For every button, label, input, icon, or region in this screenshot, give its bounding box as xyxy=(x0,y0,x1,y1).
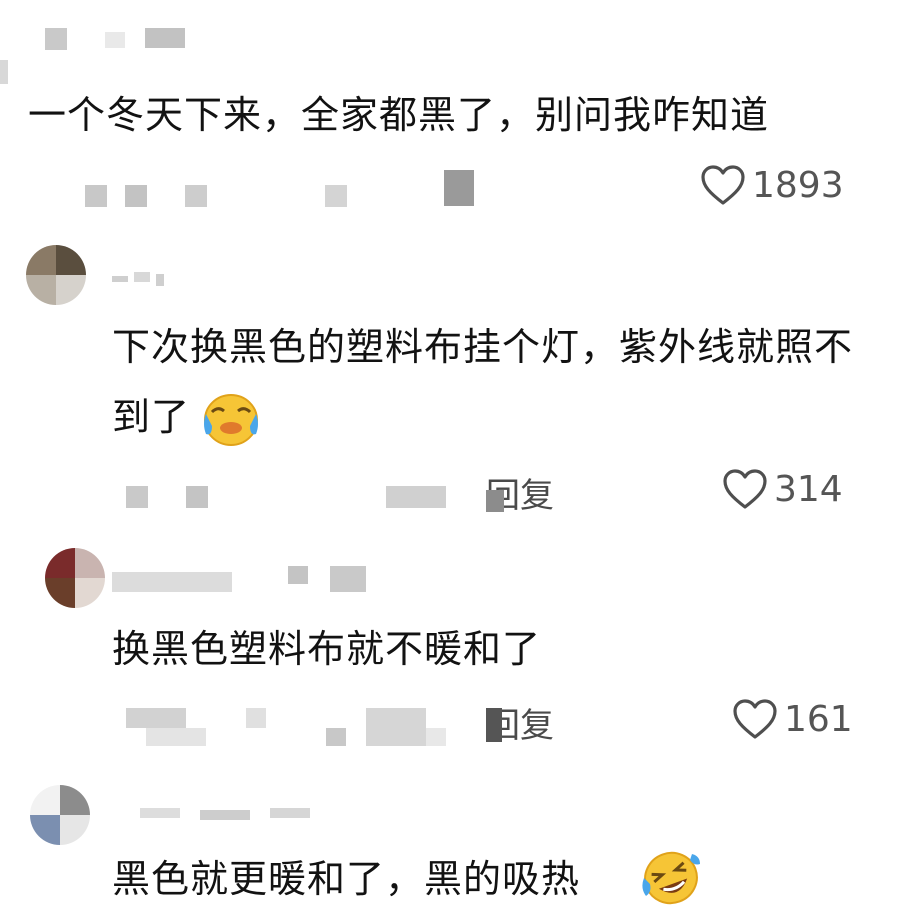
avatar[interactable] xyxy=(26,245,86,305)
like-count: 1893 xyxy=(752,164,844,206)
reply-button[interactable]: 回复 xyxy=(486,468,566,516)
heart-outline-icon xyxy=(701,165,745,205)
comment-text: 换黑色塑料布就不暖和了 xyxy=(112,627,542,671)
reply-button[interactable]: 复 xyxy=(440,166,480,210)
avatar[interactable] xyxy=(30,785,90,845)
heart-outline-icon xyxy=(723,469,767,509)
reply-button[interactable]: 回复 xyxy=(486,698,566,746)
meta-blurred xyxy=(126,708,496,748)
heart-outline-icon xyxy=(733,699,777,739)
avatar-edge xyxy=(0,60,8,84)
meta-blurred xyxy=(126,486,466,512)
username-blurred xyxy=(140,808,320,822)
comment-text-line-2: 到了 xyxy=(112,395,191,439)
comment-text: 一个冬天下来，全家都黑了，别问我咋知道 xyxy=(28,93,770,137)
username-blurred xyxy=(112,272,172,288)
username-blurred xyxy=(45,28,195,52)
like-count: 314 xyxy=(774,468,843,510)
like-button[interactable]: 1893 xyxy=(700,164,844,206)
comment-text-line-1: 下次换黑色的塑料布挂个灯，紫外线就照不 xyxy=(112,325,854,369)
like-button[interactable]: 161 xyxy=(732,698,853,740)
rolling-laughing-emoji xyxy=(642,851,700,905)
comment-text: 黑色就更暖和了，黑的吸热 xyxy=(112,857,581,901)
like-button[interactable]: 314 xyxy=(722,468,843,510)
like-count: 161 xyxy=(784,698,853,740)
meta-blurred xyxy=(85,185,465,211)
crying-laughing-emoji xyxy=(204,394,258,446)
username-blurred xyxy=(112,566,372,602)
avatar[interactable] xyxy=(45,548,105,608)
